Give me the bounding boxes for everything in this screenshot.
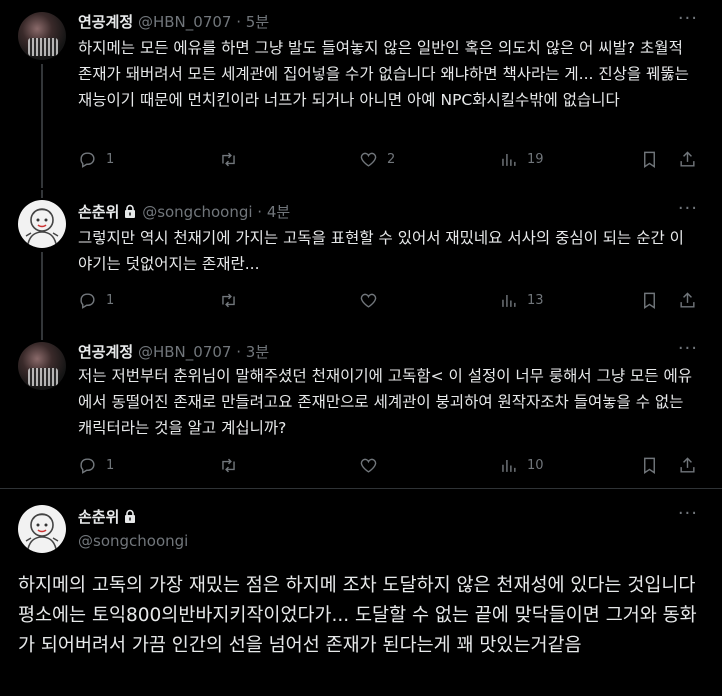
like-button[interactable] xyxy=(359,456,378,475)
retweet-button[interactable] xyxy=(219,456,238,475)
bookmark-button[interactable] xyxy=(640,456,659,475)
retweet-icon xyxy=(222,458,235,473)
display-name[interactable]: 손춘위 xyxy=(78,203,119,221)
lock-icon xyxy=(123,204,137,224)
tweet-header: 연공계정 @HBN_0707 · 3분 xyxy=(78,342,269,362)
reply-count: 1 xyxy=(106,458,115,473)
thread-line xyxy=(41,252,43,336)
bookmark-button[interactable] xyxy=(640,291,659,310)
tweet-text: 그렇지만 역시 천재기에 가지는 고독을 표현할 수 있어서 재밌네요 서사의 … xyxy=(78,229,684,273)
tweet-header: 손춘위 xyxy=(78,507,137,529)
separator: · xyxy=(236,13,242,31)
action-bar: 1 2 19 xyxy=(78,150,700,170)
views-icon xyxy=(502,459,516,472)
avatar[interactable] xyxy=(18,200,66,248)
like-count: 2 xyxy=(387,152,396,167)
reply-tweet-3: 연공계정 @HBN_0707 · 3분 ··· 저는 저번부터 춘위님이 말해주… xyxy=(0,336,722,488)
handle[interactable]: @songchoongi xyxy=(142,203,252,221)
view-count: 13 xyxy=(527,293,544,308)
thread-line xyxy=(41,64,43,188)
tweet-header: 연공계정 @HBN_0707 · 5분 xyxy=(78,12,269,32)
tweet-text: 하지메는 모든 에유를 하면 그냥 발도 들여놓지 않은 일반인 혹은 의도치 … xyxy=(78,39,689,109)
retweet-button[interactable] xyxy=(219,291,238,310)
display-name[interactable]: 연공계정 xyxy=(78,343,133,361)
action-bar: 1 10 xyxy=(78,456,700,476)
share-icon xyxy=(680,292,695,308)
separator: · xyxy=(236,343,242,361)
reply-icon xyxy=(80,458,95,474)
tweet-text: 저는 저번부터 춘위님이 말해주셨던 천재이기에 고독함< 이 설정이 너무 룽… xyxy=(78,367,692,437)
like-button[interactable] xyxy=(359,291,378,310)
avatar[interactable] xyxy=(18,342,66,390)
reply-button[interactable]: 1 xyxy=(78,456,114,475)
heart-icon xyxy=(360,458,377,473)
more-horizontal-icon[interactable]: ··· xyxy=(678,198,698,219)
reply-icon xyxy=(80,152,95,168)
bookmark-icon xyxy=(644,457,655,474)
reply-count: 1 xyxy=(106,152,115,167)
heart-icon xyxy=(360,152,377,167)
timestamp[interactable]: 5분 xyxy=(246,13,269,31)
heart-icon xyxy=(360,293,377,308)
share-button[interactable] xyxy=(678,150,697,169)
avatar-illustration xyxy=(25,513,59,550)
main-tweet: 손춘위 @songchoongi ··· 하지메의 고독의 가장 재밌는 점은 … xyxy=(0,489,722,696)
views-button[interactable]: 19 xyxy=(499,150,544,169)
display-name[interactable]: 연공계정 xyxy=(78,13,133,31)
retweet-icon xyxy=(222,152,235,167)
avatar[interactable] xyxy=(18,505,66,553)
views-button[interactable]: 10 xyxy=(499,456,544,475)
lock-icon xyxy=(123,509,137,529)
reply-tweet-2: 손춘위 @songchoongi · 4분 ··· 그렇지만 역시 천재기에 가… xyxy=(0,190,722,336)
view-count: 10 xyxy=(527,458,544,473)
share-button[interactable] xyxy=(678,456,697,475)
handle[interactable]: @songchoongi xyxy=(78,531,188,551)
share-icon xyxy=(680,151,695,167)
view-count: 19 xyxy=(527,152,544,167)
retweet-button[interactable] xyxy=(219,150,238,169)
views-icon xyxy=(502,153,516,166)
thread-line xyxy=(41,336,43,340)
more-horizontal-icon[interactable]: ··· xyxy=(678,503,698,524)
reply-button[interactable]: 1 xyxy=(78,291,114,310)
share-button[interactable] xyxy=(678,291,697,310)
separator: · xyxy=(257,203,263,221)
action-bar: 1 13 xyxy=(78,291,700,311)
retweet-icon xyxy=(222,293,235,308)
bookmark-icon xyxy=(644,151,655,168)
more-horizontal-icon[interactable]: ··· xyxy=(678,338,698,359)
like-button[interactable]: 2 xyxy=(359,150,395,169)
avatar-illustration xyxy=(25,208,59,245)
display-name[interactable]: 손춘위 xyxy=(78,508,119,526)
more-horizontal-icon[interactable]: ··· xyxy=(678,8,698,29)
tweet-header: 손춘위 @songchoongi · 4분 xyxy=(78,202,290,224)
reply-count: 1 xyxy=(106,293,115,308)
reply-button[interactable]: 1 xyxy=(78,150,114,169)
reply-tweet-1: 연공계정 @HBN_0707 · 5분 ··· 하지메는 모든 에유를 하면 그… xyxy=(0,0,722,190)
timestamp[interactable]: 4분 xyxy=(267,203,290,221)
views-icon xyxy=(502,294,516,307)
main-tweet-text: 하지메의 고독의 가장 재밌는 점은 하지메 조차 도달하지 않은 천재성에 있… xyxy=(18,575,697,656)
share-icon xyxy=(680,457,695,473)
handle[interactable]: @HBN_0707 xyxy=(138,343,231,361)
views-button[interactable]: 13 xyxy=(499,291,544,310)
thread-line xyxy=(41,190,43,198)
handle[interactable]: @HBN_0707 xyxy=(138,13,231,31)
reply-icon xyxy=(80,293,95,309)
timestamp[interactable]: 3분 xyxy=(246,343,269,361)
bookmark-icon xyxy=(644,292,655,309)
avatar[interactable] xyxy=(18,12,66,60)
bookmark-button[interactable] xyxy=(640,150,659,169)
